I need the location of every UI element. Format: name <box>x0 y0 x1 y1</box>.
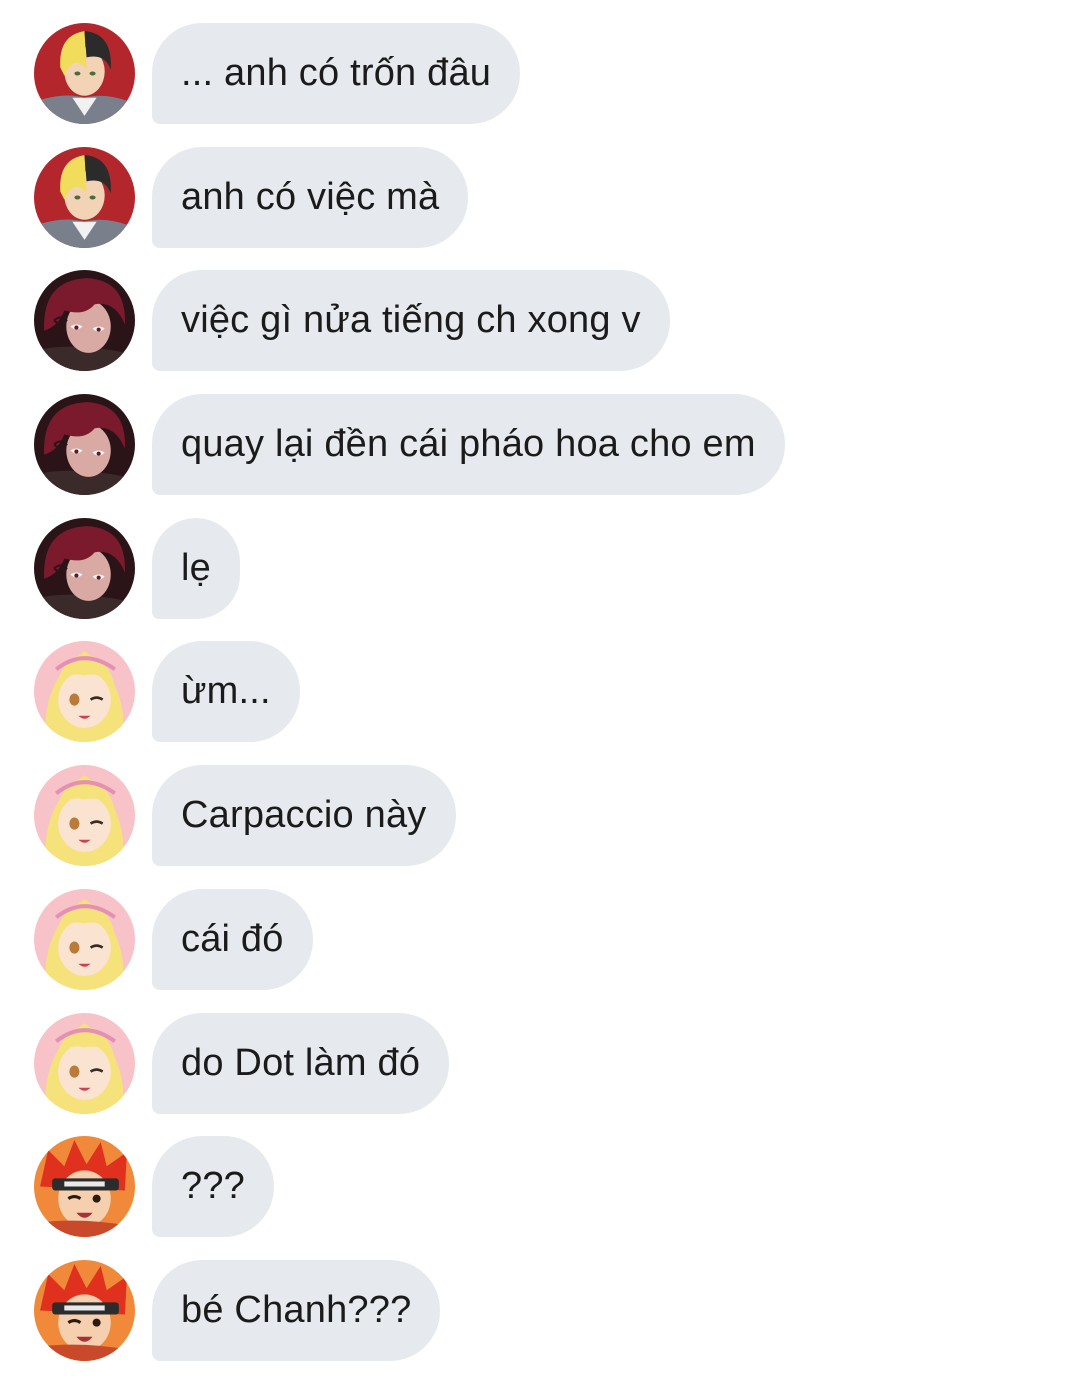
avatar-red-haired-man[interactable] <box>34 270 135 371</box>
message-bubble[interactable]: anh có việc mà <box>152 147 469 248</box>
message-bubble[interactable]: cái đó <box>152 889 313 990</box>
message-row: bé Chanh??? <box>0 1260 1080 1361</box>
avatar-blonde-girl[interactable] <box>34 1013 135 1114</box>
message-text: bé Chanh??? <box>181 1289 412 1331</box>
avatar-image <box>34 518 135 619</box>
message-row: anh có việc mà <box>0 147 1080 248</box>
message-bubble[interactable]: Carpaccio này <box>152 765 456 866</box>
message-text: ừm... <box>181 670 271 712</box>
message-bubble[interactable]: việc gì nửa tiếng ch xong v <box>152 270 670 371</box>
avatar-image <box>34 147 135 248</box>
message-bubble[interactable]: do Dot làm đó <box>152 1013 450 1114</box>
message-text: việc gì nửa tiếng ch xong v <box>181 299 641 341</box>
message-text: quay lại đền cái pháo hoa cho em <box>181 423 756 465</box>
message-bubble[interactable]: ... anh có trốn đâu <box>152 23 521 124</box>
message-row: do Dot làm đó <box>0 1013 1080 1114</box>
avatar-blonde-girl[interactable] <box>34 765 135 866</box>
message-bubble[interactable]: lẹ <box>152 518 240 619</box>
message-text: anh có việc mà <box>181 176 440 218</box>
avatar-image <box>34 1260 135 1361</box>
avatar-image <box>34 1013 135 1114</box>
message-text: cái đó <box>181 918 284 960</box>
avatar-image <box>34 1136 135 1237</box>
message-bubble[interactable]: ừm... <box>152 641 300 742</box>
message-text: do Dot làm đó <box>181 1042 421 1084</box>
avatar-blonde-black-haired-man[interactable] <box>34 23 135 124</box>
avatar-image <box>34 641 135 742</box>
avatar-blonde-black-haired-man[interactable] <box>34 147 135 248</box>
avatar-orange-haired-boy[interactable] <box>34 1136 135 1237</box>
message-row: quay lại đền cái pháo hoa cho em <box>0 394 1080 495</box>
avatar-red-haired-man[interactable] <box>34 394 135 495</box>
avatar-blonde-girl[interactable] <box>34 889 135 990</box>
message-text: lẹ <box>181 547 211 589</box>
avatar-orange-haired-boy[interactable] <box>34 1260 135 1361</box>
message-bubble[interactable]: quay lại đền cái pháo hoa cho em <box>152 394 785 495</box>
avatar-image <box>34 765 135 866</box>
avatar-image <box>34 889 135 990</box>
message-text: Carpaccio này <box>181 794 427 836</box>
message-bubble[interactable]: ??? <box>152 1136 275 1237</box>
message-text: ... anh có trốn đâu <box>181 52 492 94</box>
message-row: ừm... <box>0 641 1080 742</box>
avatar-image <box>34 394 135 495</box>
avatar-red-haired-man[interactable] <box>34 518 135 619</box>
avatar-image <box>34 270 135 371</box>
message-row: ... anh có trốn đâu <box>0 23 1080 124</box>
message-row: lẹ <box>0 518 1080 619</box>
chat-thread: ... anh có trốn đâu anh có việc mà việc … <box>0 0 1080 1380</box>
message-bubble[interactable]: bé Chanh??? <box>152 1260 441 1361</box>
avatar-image <box>34 23 135 124</box>
avatar-blonde-girl[interactable] <box>34 641 135 742</box>
message-text: ??? <box>181 1165 246 1207</box>
message-row: việc gì nửa tiếng ch xong v <box>0 270 1080 371</box>
message-row: cái đó <box>0 889 1080 990</box>
message-row: ??? <box>0 1136 1080 1237</box>
message-row: Carpaccio này <box>0 765 1080 866</box>
